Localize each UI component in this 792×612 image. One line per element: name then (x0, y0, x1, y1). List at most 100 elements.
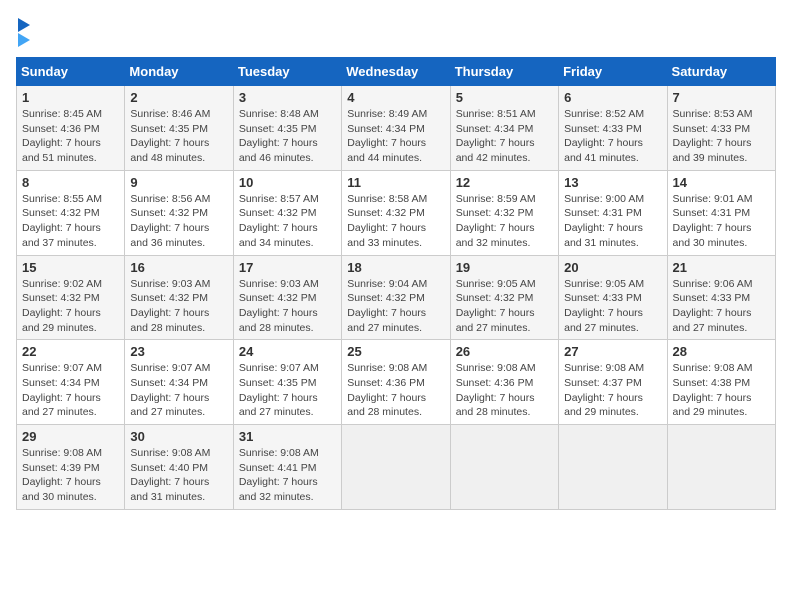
daylight-label: Daylight: 7 hours and 42 minutes. (456, 137, 535, 164)
sunrise-label: Sunrise: 9:05 AM (564, 278, 644, 290)
day-info: Sunrise: 9:08 AM Sunset: 4:39 PM Dayligh… (22, 446, 119, 505)
sunrise-label: Sunrise: 9:08 AM (673, 362, 753, 374)
daylight-label: Daylight: 7 hours and 27 minutes. (347, 307, 426, 334)
calendar-cell: 1 Sunrise: 8:45 AM Sunset: 4:36 PM Dayli… (17, 86, 125, 171)
sunrise-label: Sunrise: 8:52 AM (564, 108, 644, 120)
sunset-label: Sunset: 4:32 PM (130, 292, 208, 304)
day-info: Sunrise: 9:00 AM Sunset: 4:31 PM Dayligh… (564, 192, 661, 251)
weekday-header-tuesday: Tuesday (233, 58, 341, 86)
daylight-label: Daylight: 7 hours and 41 minutes. (564, 137, 643, 164)
daylight-label: Daylight: 7 hours and 27 minutes. (456, 307, 535, 334)
day-number: 19 (456, 260, 553, 275)
day-info: Sunrise: 8:49 AM Sunset: 4:34 PM Dayligh… (347, 107, 444, 166)
day-number: 13 (564, 175, 661, 190)
day-number: 29 (22, 429, 119, 444)
day-info: Sunrise: 8:51 AM Sunset: 4:34 PM Dayligh… (456, 107, 553, 166)
sunrise-label: Sunrise: 8:48 AM (239, 108, 319, 120)
day-number: 9 (130, 175, 227, 190)
sunrise-label: Sunrise: 8:45 AM (22, 108, 102, 120)
daylight-label: Daylight: 7 hours and 30 minutes. (673, 222, 752, 249)
page-header (16, 16, 776, 47)
sunset-label: Sunset: 4:33 PM (673, 123, 751, 135)
calendar-cell: 24 Sunrise: 9:07 AM Sunset: 4:35 PM Dayl… (233, 340, 341, 425)
sunrise-label: Sunrise: 9:01 AM (673, 193, 753, 205)
day-info: Sunrise: 8:59 AM Sunset: 4:32 PM Dayligh… (456, 192, 553, 251)
day-number: 27 (564, 344, 661, 359)
day-info: Sunrise: 9:03 AM Sunset: 4:32 PM Dayligh… (130, 277, 227, 336)
calendar-cell: 8 Sunrise: 8:55 AM Sunset: 4:32 PM Dayli… (17, 170, 125, 255)
day-number: 25 (347, 344, 444, 359)
day-number: 14 (673, 175, 770, 190)
logo-text (16, 16, 30, 47)
daylight-label: Daylight: 7 hours and 51 minutes. (22, 137, 101, 164)
logo-arrow-bottom (18, 33, 30, 47)
daylight-label: Daylight: 7 hours and 39 minutes. (673, 137, 752, 164)
weekday-header-friday: Friday (559, 58, 667, 86)
weekday-header-thursday: Thursday (450, 58, 558, 86)
day-info: Sunrise: 9:04 AM Sunset: 4:32 PM Dayligh… (347, 277, 444, 336)
sunset-label: Sunset: 4:36 PM (22, 123, 100, 135)
sunset-label: Sunset: 4:32 PM (239, 207, 317, 219)
daylight-label: Daylight: 7 hours and 28 minutes. (130, 307, 209, 334)
day-number: 18 (347, 260, 444, 275)
sunrise-label: Sunrise: 9:08 AM (347, 362, 427, 374)
day-info: Sunrise: 8:48 AM Sunset: 4:35 PM Dayligh… (239, 107, 336, 166)
sunrise-label: Sunrise: 9:05 AM (456, 278, 536, 290)
calendar-cell: 15 Sunrise: 9:02 AM Sunset: 4:32 PM Dayl… (17, 255, 125, 340)
daylight-label: Daylight: 7 hours and 31 minutes. (130, 476, 209, 503)
sunrise-label: Sunrise: 9:03 AM (130, 278, 210, 290)
day-number: 16 (130, 260, 227, 275)
day-info: Sunrise: 9:08 AM Sunset: 4:37 PM Dayligh… (564, 361, 661, 420)
sunset-label: Sunset: 4:36 PM (347, 377, 425, 389)
daylight-label: Daylight: 7 hours and 29 minutes. (673, 392, 752, 419)
sunset-label: Sunset: 4:34 PM (456, 123, 534, 135)
day-number: 5 (456, 90, 553, 105)
calendar-cell: 19 Sunrise: 9:05 AM Sunset: 4:32 PM Dayl… (450, 255, 558, 340)
daylight-label: Daylight: 7 hours and 32 minutes. (239, 476, 318, 503)
sunset-label: Sunset: 4:32 PM (347, 207, 425, 219)
day-number: 20 (564, 260, 661, 275)
day-number: 21 (673, 260, 770, 275)
calendar-cell: 28 Sunrise: 9:08 AM Sunset: 4:38 PM Dayl… (667, 340, 775, 425)
calendar-cell: 26 Sunrise: 9:08 AM Sunset: 4:36 PM Dayl… (450, 340, 558, 425)
sunset-label: Sunset: 4:41 PM (239, 462, 317, 474)
day-info: Sunrise: 9:07 AM Sunset: 4:35 PM Dayligh… (239, 361, 336, 420)
day-number: 26 (456, 344, 553, 359)
sunset-label: Sunset: 4:32 PM (22, 207, 100, 219)
daylight-label: Daylight: 7 hours and 30 minutes. (22, 476, 101, 503)
logo-arrow-top (18, 18, 30, 32)
sunrise-label: Sunrise: 8:46 AM (130, 108, 210, 120)
sunset-label: Sunset: 4:38 PM (673, 377, 751, 389)
day-number: 23 (130, 344, 227, 359)
sunrise-label: Sunrise: 9:07 AM (239, 362, 319, 374)
calendar-cell: 2 Sunrise: 8:46 AM Sunset: 4:35 PM Dayli… (125, 86, 233, 171)
sunrise-label: Sunrise: 8:59 AM (456, 193, 536, 205)
daylight-label: Daylight: 7 hours and 28 minutes. (347, 392, 426, 419)
sunset-label: Sunset: 4:35 PM (239, 377, 317, 389)
daylight-label: Daylight: 7 hours and 27 minutes. (130, 392, 209, 419)
calendar-cell: 21 Sunrise: 9:06 AM Sunset: 4:33 PM Dayl… (667, 255, 775, 340)
calendar-cell: 20 Sunrise: 9:05 AM Sunset: 4:33 PM Dayl… (559, 255, 667, 340)
calendar-cell: 3 Sunrise: 8:48 AM Sunset: 4:35 PM Dayli… (233, 86, 341, 171)
day-info: Sunrise: 8:52 AM Sunset: 4:33 PM Dayligh… (564, 107, 661, 166)
calendar-week-row: 1 Sunrise: 8:45 AM Sunset: 4:36 PM Dayli… (17, 86, 776, 171)
day-number: 31 (239, 429, 336, 444)
day-number: 22 (22, 344, 119, 359)
sunrise-label: Sunrise: 9:02 AM (22, 278, 102, 290)
sunrise-label: Sunrise: 8:53 AM (673, 108, 753, 120)
daylight-label: Daylight: 7 hours and 27 minutes. (239, 392, 318, 419)
day-number: 8 (22, 175, 119, 190)
sunset-label: Sunset: 4:33 PM (673, 292, 751, 304)
sunset-label: Sunset: 4:32 PM (239, 292, 317, 304)
day-info: Sunrise: 8:55 AM Sunset: 4:32 PM Dayligh… (22, 192, 119, 251)
calendar-cell: 17 Sunrise: 9:03 AM Sunset: 4:32 PM Dayl… (233, 255, 341, 340)
day-info: Sunrise: 9:05 AM Sunset: 4:32 PM Dayligh… (456, 277, 553, 336)
daylight-label: Daylight: 7 hours and 28 minutes. (239, 307, 318, 334)
day-number: 11 (347, 175, 444, 190)
calendar-cell: 9 Sunrise: 8:56 AM Sunset: 4:32 PM Dayli… (125, 170, 233, 255)
calendar-cell: 18 Sunrise: 9:04 AM Sunset: 4:32 PM Dayl… (342, 255, 450, 340)
sunset-label: Sunset: 4:32 PM (130, 207, 208, 219)
sunset-label: Sunset: 4:33 PM (564, 123, 642, 135)
day-info: Sunrise: 9:01 AM Sunset: 4:31 PM Dayligh… (673, 192, 770, 251)
daylight-label: Daylight: 7 hours and 29 minutes. (22, 307, 101, 334)
